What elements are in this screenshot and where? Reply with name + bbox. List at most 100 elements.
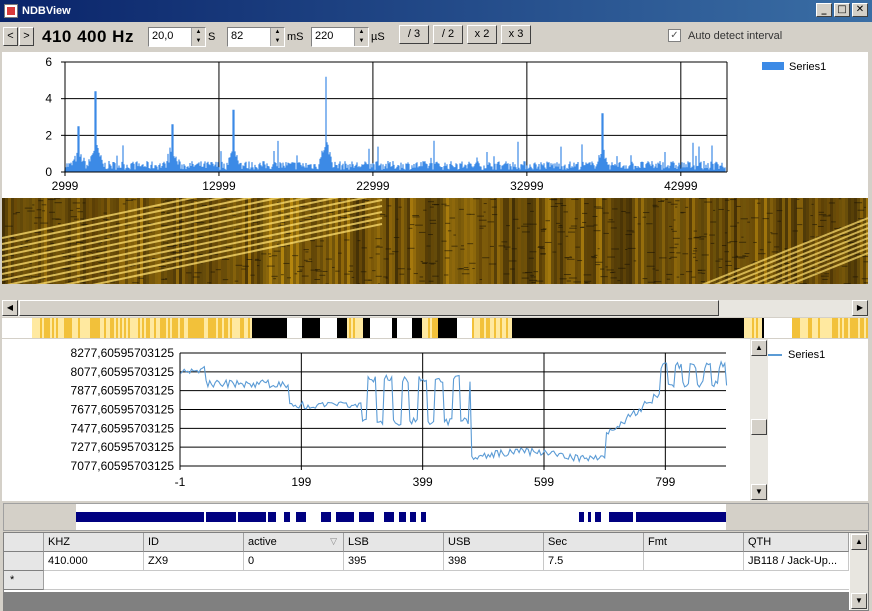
new-row-marker[interactable]: * bbox=[4, 571, 44, 590]
waterfall-noise bbox=[73, 218, 79, 220]
next-button[interactable]: > bbox=[19, 27, 34, 46]
scroll-up-arrow-icon[interactable]: ▲ bbox=[751, 340, 767, 356]
strip-stripe bbox=[108, 318, 110, 338]
strip-stripe bbox=[74, 318, 76, 338]
waterfall-noise bbox=[473, 198, 480, 200]
waterfall-noise bbox=[303, 249, 309, 251]
chart-vertical-scrollbar[interactable]: ▲ ▼ bbox=[750, 339, 768, 501]
new-row[interactable] bbox=[44, 571, 849, 590]
divide-by-3-button[interactable]: / 3 bbox=[399, 25, 429, 44]
cell-khz[interactable]: 410.000 bbox=[44, 552, 144, 571]
waterfall-noise bbox=[660, 200, 665, 202]
waterfall-noise bbox=[676, 276, 680, 278]
scroll-thumb[interactable] bbox=[19, 300, 719, 316]
strip-stripe bbox=[158, 318, 160, 338]
signal-strip bbox=[2, 318, 868, 338]
waterfall-noise bbox=[699, 236, 707, 238]
waterfall-noise bbox=[521, 277, 529, 279]
vscroll-thumb[interactable] bbox=[751, 419, 767, 435]
waterfall-noise bbox=[730, 225, 737, 227]
waterfall-noise bbox=[666, 273, 673, 275]
strip-stripe bbox=[474, 318, 476, 338]
ms-value: 82 bbox=[231, 30, 244, 42]
waterfall-noise bbox=[429, 219, 436, 221]
waterfall-noise bbox=[724, 232, 728, 234]
strip-stripe bbox=[488, 318, 490, 338]
table-scroll-down-icon[interactable]: ▼ bbox=[851, 593, 867, 609]
cell-qth[interactable]: JB118 / Jack-Up... bbox=[744, 552, 849, 571]
strip-stripe bbox=[351, 318, 353, 338]
waterfall-noise bbox=[444, 205, 450, 207]
row-header[interactable] bbox=[4, 552, 44, 571]
waterfall-noise bbox=[530, 274, 535, 276]
strip-stripe bbox=[810, 318, 812, 338]
waterfall-noise bbox=[606, 269, 614, 271]
us-spinner-arrows[interactable]: ▲ ▼ bbox=[354, 28, 368, 46]
y-tick-label: 2 bbox=[45, 128, 52, 142]
cell-id[interactable]: ZX9 bbox=[144, 552, 244, 571]
waterfall-column bbox=[398, 198, 401, 284]
scroll-right-arrow-icon[interactable]: ▶ bbox=[852, 300, 868, 316]
waterfall-noise bbox=[298, 266, 305, 268]
cell-sec[interactable]: 7.5 bbox=[544, 552, 644, 571]
waterfall-noise bbox=[304, 219, 312, 221]
table-scroll-up-icon[interactable]: ▲ bbox=[851, 534, 867, 550]
column-header-usb[interactable]: USB bbox=[444, 533, 544, 552]
column-header-qth[interactable]: QTH bbox=[744, 533, 849, 552]
station-table[interactable]: KHZ ID active ▽ LSB USB Sec Fmt QTH 410.… bbox=[3, 532, 869, 611]
waterfall-column bbox=[764, 198, 767, 284]
waterfall-noise bbox=[512, 218, 519, 220]
waterfall-noise bbox=[451, 245, 458, 247]
multiply-by-3-button[interactable]: x 3 bbox=[501, 25, 531, 44]
waterfall-noise bbox=[418, 231, 426, 233]
interval-spinner-arrows[interactable]: ▲ ▼ bbox=[191, 28, 205, 46]
interval-seconds-input[interactable]: 20,0 ▲ ▼ bbox=[148, 27, 206, 47]
auto-detect-checkbox[interactable]: ✓ bbox=[668, 29, 681, 42]
column-header-sec[interactable]: Sec bbox=[544, 533, 644, 552]
waterfall-scrollbar[interactable]: ◀ ▶ bbox=[2, 300, 868, 317]
waterfall-noise bbox=[460, 245, 464, 247]
minimize-button[interactable]: _ bbox=[816, 3, 832, 17]
waterfall-noise bbox=[625, 248, 628, 250]
waterfall-noise bbox=[138, 217, 142, 219]
ms-input[interactable]: 82 ▲ ▼ bbox=[227, 27, 285, 47]
column-header-khz[interactable]: KHZ bbox=[44, 533, 144, 552]
column-header-lsb[interactable]: LSB bbox=[344, 533, 444, 552]
waterfall-noise bbox=[222, 279, 229, 281]
cell-lsb[interactable]: 395 bbox=[344, 552, 444, 571]
multiply-by-2-button[interactable]: x 2 bbox=[467, 25, 497, 44]
strip-stripe bbox=[798, 318, 800, 338]
strip-stripe bbox=[844, 318, 846, 338]
column-header-active[interactable]: active ▽ bbox=[244, 533, 344, 552]
waterfall-noise bbox=[818, 211, 824, 213]
strip-stripe bbox=[194, 318, 196, 338]
close-button[interactable]: ✕ bbox=[852, 3, 868, 17]
waterfall-noise bbox=[693, 247, 697, 249]
table-vertical-scrollbar[interactable]: ▲ ▼ bbox=[850, 533, 868, 610]
cell-active[interactable]: 0 bbox=[244, 552, 344, 571]
column-header-id[interactable]: ID bbox=[144, 533, 244, 552]
maximize-button[interactable]: □ bbox=[834, 3, 850, 17]
strip-stripe bbox=[166, 318, 168, 338]
scroll-down-arrow-icon[interactable]: ▼ bbox=[751, 484, 767, 500]
strip-stripe bbox=[102, 318, 104, 338]
waterfall-noise bbox=[672, 230, 677, 232]
waterfall-column bbox=[653, 198, 656, 284]
divide-by-2-button[interactable]: / 2 bbox=[433, 25, 463, 44]
strip-stripe bbox=[457, 318, 472, 338]
ms-spinner-arrows[interactable]: ▲ ▼ bbox=[270, 28, 284, 46]
strip-stripe bbox=[52, 318, 54, 338]
prev-button[interactable]: < bbox=[3, 27, 18, 46]
waterfall-noise bbox=[297, 270, 303, 272]
waterfall-noise bbox=[179, 221, 185, 223]
waterfall-noise bbox=[721, 245, 727, 247]
waterfall-noise bbox=[758, 253, 766, 255]
strip-stripe bbox=[764, 318, 792, 338]
scroll-left-arrow-icon[interactable]: ◀ bbox=[2, 300, 18, 316]
cell-usb[interactable]: 398 bbox=[444, 552, 544, 571]
cell-fmt[interactable] bbox=[644, 552, 744, 571]
waterfall-noise bbox=[583, 280, 592, 282]
column-header-fmt[interactable]: Fmt bbox=[644, 533, 744, 552]
waterfall-column bbox=[86, 198, 89, 284]
us-input[interactable]: 220 ▲ ▼ bbox=[311, 27, 369, 47]
